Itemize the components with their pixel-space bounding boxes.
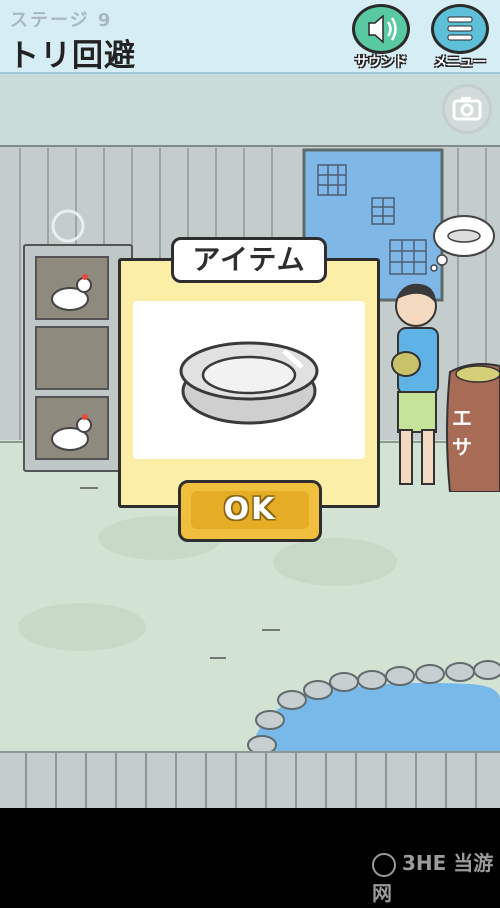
menu-button-circle bbox=[431, 4, 489, 54]
hamburger-menu-icon bbox=[447, 16, 473, 41]
menu-button[interactable]: メニュー bbox=[427, 4, 493, 70]
sound-button-circle bbox=[352, 4, 410, 54]
sound-button[interactable]: サウンド bbox=[348, 4, 414, 70]
feed-sack-label: エサ bbox=[452, 406, 478, 459]
ok-button[interactable]: OK bbox=[178, 480, 322, 542]
camera-button[interactable] bbox=[442, 84, 492, 134]
item-dialog: アイテム bbox=[118, 237, 380, 508]
ok-button-label: OK bbox=[223, 492, 277, 527]
bubble-icon bbox=[51, 209, 85, 243]
stage-number-label: ステージ 9 bbox=[10, 10, 113, 31]
dialog-title: アイテム bbox=[171, 237, 327, 283]
camera-icon bbox=[452, 97, 482, 121]
header-bar: ステージ 9 トリ回避 サウンド メニュー bbox=[0, 0, 500, 74]
watermark-logo-icon bbox=[372, 852, 396, 877]
feed-sack[interactable]: エサ bbox=[444, 362, 500, 492]
speaker-icon bbox=[368, 14, 397, 44]
pet-food-bowl-icon bbox=[179, 341, 319, 425]
sound-button-label: サウンド bbox=[354, 55, 407, 70]
menu-button-label: メニュー bbox=[433, 55, 486, 70]
stage-title: トリ回避 bbox=[8, 38, 136, 74]
item-display-area bbox=[133, 301, 365, 459]
thought-bubble bbox=[430, 215, 495, 272]
watermark: 3HE 当游网 bbox=[372, 848, 500, 905]
